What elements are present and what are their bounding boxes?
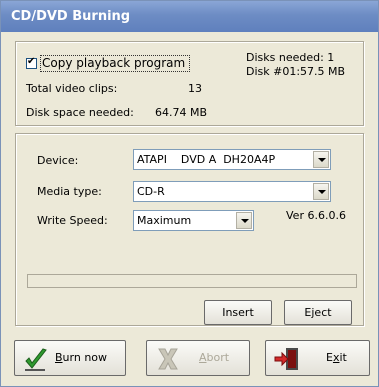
insert-button[interactable]: Insert: [204, 300, 272, 325]
exit-label: Exit: [326, 351, 347, 364]
insert-button-label: Insert: [222, 306, 254, 319]
device-label: Device:: [37, 154, 79, 167]
write-speed-value: Maximum: [137, 214, 192, 227]
device-select-value: ATAPI DVD A DH20A4P: [137, 153, 276, 166]
disk-space-label: Disk space needed:: [26, 106, 134, 119]
disk-space-value: 64.74 MB: [155, 106, 208, 119]
media-type-value: CD-R: [137, 185, 165, 198]
disk-info-text: Disk #01:57.5 MB: [246, 65, 346, 78]
copy-playback-label[interactable]: Copy playback program: [42, 56, 185, 70]
checkmark-icon: [23, 346, 49, 372]
write-speed-select[interactable]: Maximum: [133, 210, 254, 231]
burn-now-label: Burn now: [55, 351, 108, 364]
write-speed-label: Write Speed:: [37, 214, 108, 227]
exit-door-icon: [274, 346, 300, 372]
chevron-down-icon[interactable]: [236, 212, 252, 229]
exit-button[interactable]: Exit: [265, 340, 370, 376]
window-title: CD/DVD Burning: [1, 1, 378, 32]
copy-playback-checkbox[interactable]: [26, 56, 37, 69]
media-type-select[interactable]: CD-R: [133, 181, 331, 202]
disks-needed-text: Disks needed: 1: [246, 51, 335, 64]
device-select[interactable]: ATAPI DVD A DH20A4P: [133, 149, 331, 170]
abort-x-icon: [155, 346, 181, 372]
abort-button[interactable]: Abort: [146, 340, 250, 376]
abort-label: Abort: [199, 351, 230, 364]
version-text: Ver 6.6.0.6: [286, 209, 346, 222]
eject-button-label: Eject: [304, 306, 332, 319]
media-type-label: Media type:: [37, 185, 102, 198]
total-clips-label: Total video clips:: [26, 82, 118, 95]
chevron-down-icon[interactable]: [313, 183, 329, 200]
burn-now-button[interactable]: Burn now: [14, 340, 126, 376]
chevron-down-icon[interactable]: [313, 151, 329, 168]
burn-progress-bar: [27, 274, 357, 288]
total-clips-value: 13: [188, 82, 202, 95]
eject-button[interactable]: Eject: [284, 300, 352, 325]
cd-dvd-burning-dialog: CD/DVD Burning Copy playback program Dis…: [0, 0, 379, 387]
